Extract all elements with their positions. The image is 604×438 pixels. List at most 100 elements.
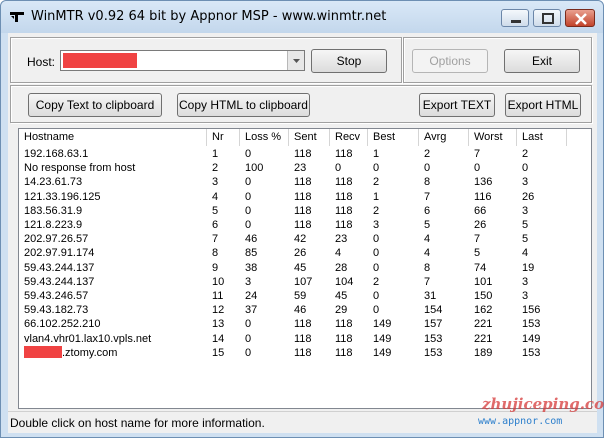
cell-sent: 107 [294, 275, 313, 288]
table-row[interactable]: 59.43.244.137 10 3 107 104 2 7 101 3 [19, 275, 591, 289]
client-area: Host: Stop Options Exit Copy Text to cli… [8, 33, 597, 433]
cell-last: 5 [522, 219, 529, 231]
column-header-loss[interactable]: Loss % [240, 129, 289, 146]
cell-avrg: 4 [424, 247, 431, 260]
cell-avrg: 157 [424, 318, 443, 331]
host-redaction [63, 53, 137, 68]
column-header-hostname[interactable]: Hostname [19, 129, 207, 146]
exit-button[interactable]: Exit [504, 49, 580, 73]
watermark-url: www.appnor.com [478, 416, 563, 427]
cell-last: 149 [522, 332, 541, 345]
column-header-last[interactable]: Last [517, 129, 567, 146]
minimize-button[interactable] [501, 9, 529, 27]
table-row[interactable]: .ztomy.com 15 0 118 118 149 153 189 153 [19, 345, 591, 360]
table-row[interactable]: 121.33.196.125 4 0 118 118 1 7 116 26 [19, 190, 591, 204]
minimize-icon [511, 20, 521, 23]
cell-recv: 118 [335, 204, 353, 217]
cell-sent: 118 [294, 176, 312, 189]
cell-nr: 12 [212, 304, 225, 317]
cell-recv: 28 [335, 261, 348, 274]
cell-sent: 118 [294, 219, 312, 231]
cell-best: 2 [373, 275, 380, 288]
table-row[interactable]: 183.56.31.9 5 0 118 118 2 6 66 3 [19, 204, 591, 218]
host-combobox[interactable] [60, 50, 305, 71]
cell-best: 1 [373, 148, 380, 160]
copy-html-button[interactable]: Copy HTML to clipboard [177, 93, 310, 117]
host-label: Host: [27, 55, 56, 69]
cell-avrg: 154 [424, 304, 443, 317]
cell-loss: 3 [245, 275, 252, 288]
cell-sent: 118 [294, 190, 312, 203]
cell-loss: 0 [245, 332, 252, 345]
cell-last: 3 [522, 290, 529, 302]
table-row[interactable]: 192.168.63.1 1 0 118 118 1 2 7 2 [19, 147, 591, 161]
cell-recv: 118 [335, 176, 353, 189]
column-header-worst[interactable]: Worst [469, 129, 517, 146]
cell-sent: 45 [294, 261, 307, 274]
table-row[interactable]: vlan4.vhr01.lax10.vpls.net 14 0 118 118 149 15… [19, 332, 591, 346]
cell-best: 149 [373, 318, 392, 331]
cell-avrg: 8 [424, 261, 431, 274]
cell-avrg: 153 [424, 332, 443, 345]
cell-worst: 0 [474, 162, 481, 175]
results-table[interactable]: Hostname Nr Loss % Sent Recv Best Avrg Worst Las… [18, 128, 592, 409]
cell-recv: 118 [335, 148, 353, 160]
table-row[interactable]: 202.97.26.57 7 46 42 23 0 4 7 5 [19, 232, 591, 246]
column-header-best[interactable]: Best [368, 129, 419, 146]
cell-hostname: No response from host [24, 162, 136, 175]
close-icon [575, 13, 587, 25]
cell-recv: 23 [335, 233, 348, 246]
cell-worst: 7 [474, 148, 481, 160]
table-row[interactable]: 59.43.182.73 12 37 46 29 0 154 162 156 [19, 303, 591, 317]
cell-hostname: 59.43.182.73 [24, 304, 89, 317]
table-row[interactable]: 202.97.91.174 8 85 26 4 0 4 5 4 [19, 246, 591, 260]
cell-loss: 0 [245, 148, 252, 160]
cell-hostname: 121.8.223.9 [24, 219, 83, 231]
cell-recv: 118 [335, 219, 353, 231]
cell-worst: 101 [474, 275, 493, 288]
cell-sent: 26 [294, 247, 307, 260]
cell-hostname: vlan4.vhr01.lax10.vpls.net [24, 332, 152, 345]
column-header-sent[interactable]: Sent [289, 129, 330, 146]
close-button[interactable] [565, 9, 595, 27]
table-row[interactable]: 14.23.61.73 3 0 118 118 2 8 136 3 [19, 175, 591, 189]
cell-last: 19 [522, 261, 535, 274]
table-row[interactable]: 121.8.223.9 6 0 118 118 3 5 26 5 [19, 218, 591, 232]
maximize-icon [542, 13, 554, 24]
title-bar[interactable]: WinMTR v0.92 64 bit by Appnor MSP - www.… [1, 1, 603, 33]
export-html-button[interactable]: Export HTML [505, 93, 581, 117]
cell-recv: 118 [335, 346, 353, 359]
table-row[interactable]: 59.43.244.137 9 38 45 28 0 8 74 19 [19, 261, 591, 275]
maximize-button[interactable] [533, 9, 561, 27]
chevron-down-icon [293, 59, 300, 63]
cell-sent: 118 [294, 204, 312, 217]
copy-text-button[interactable]: Copy Text to clipboard [28, 93, 162, 117]
cell-hostname: 59.43.244.137 [24, 275, 95, 288]
table-header: Hostname Nr Loss % Sent Recv Best Avrg Worst Las… [19, 129, 591, 146]
cell-recv: 29 [335, 304, 348, 317]
status-text: Double click on host name for more infor… [10, 416, 265, 430]
table-row[interactable]: 66.102.252.210 13 0 118 118 149 157 221 153 [19, 317, 591, 331]
column-header-recv[interactable]: Recv [330, 129, 368, 146]
cell-nr: 7 [212, 233, 219, 246]
combo-dropdown-button[interactable] [287, 51, 304, 70]
cell-worst: 189 [474, 346, 493, 359]
cell-worst: 150 [474, 290, 493, 302]
export-text-button[interactable]: Export TEXT [419, 93, 495, 117]
cell-avrg: 7 [424, 275, 431, 288]
column-header-avrg[interactable]: Avrg [419, 129, 469, 146]
cell-last: 153 [522, 318, 541, 331]
cell-loss: 0 [245, 219, 252, 231]
cell-hostname: 66.102.252.210 [24, 318, 101, 331]
table-row[interactable]: No response from host 2 100 23 0 0 0 0 0 [19, 161, 591, 175]
cell-best: 149 [373, 332, 392, 345]
table-row[interactable]: 59.43.246.57 11 24 59 45 0 31 150 3 [19, 289, 591, 303]
cell-recv: 118 [335, 318, 353, 331]
cell-hostname: 121.33.196.125 [24, 190, 101, 203]
cell-worst: 74 [474, 261, 487, 274]
column-header-nr[interactable]: Nr [207, 129, 240, 146]
cell-nr: 3 [212, 176, 219, 189]
stop-button[interactable]: Stop [311, 49, 387, 73]
options-button[interactable]: Options [412, 49, 488, 73]
cell-last: 26 [522, 190, 535, 203]
